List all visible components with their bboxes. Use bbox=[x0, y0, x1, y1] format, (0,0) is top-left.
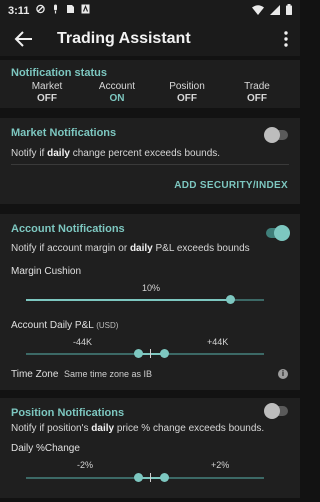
info-icon[interactable]: i bbox=[278, 369, 288, 379]
status-account-label: Account bbox=[98, 81, 136, 92]
margin-cushion-value: 10% bbox=[142, 283, 161, 293]
market-notifications-description: Notify if daily change percent exceeds b… bbox=[11, 148, 221, 159]
account-daily-pnl-label: Account Daily P&L (USD) bbox=[11, 320, 119, 331]
more-vert-icon[interactable] bbox=[282, 30, 290, 48]
status-trade-value: OFF bbox=[247, 93, 267, 104]
notification-status-title: Notification status bbox=[11, 67, 107, 79]
time-zone-row[interactable]: Time Zone Same time zone as IB bbox=[11, 369, 152, 380]
market-notifications-card: Market Notifications Notify if daily cha… bbox=[0, 118, 300, 204]
account-notifications-description: Notify if account margin or daily P&L ex… bbox=[11, 243, 250, 254]
margin-cushion-slider-rest bbox=[230, 299, 264, 301]
account-notifications-card: Account Notifications Notify if account … bbox=[0, 214, 300, 390]
status-position-value: OFF bbox=[177, 93, 197, 104]
mic-icon bbox=[51, 4, 60, 14]
status-trade: Trade OFF bbox=[222, 81, 292, 105]
change-upper-bound-value: +2% bbox=[211, 460, 230, 470]
market-notifications-title: Market Notifications bbox=[11, 127, 117, 139]
toggle-knob bbox=[274, 225, 290, 241]
back-arrow-icon[interactable] bbox=[14, 30, 34, 48]
wifi-icon bbox=[252, 4, 264, 18]
status-market-value: OFF bbox=[37, 93, 57, 104]
status-account-value: ON bbox=[109, 93, 125, 104]
status-position-label: Position bbox=[169, 81, 205, 92]
battery-icon bbox=[286, 4, 292, 18]
change-lower-bound-value: -2% bbox=[77, 460, 94, 470]
pnl-upper-bound-value: +44K bbox=[207, 337, 229, 347]
daily-change-label: Daily %Change bbox=[11, 443, 80, 454]
status-time: 3:11 bbox=[8, 5, 30, 17]
account-notifications-toggle[interactable] bbox=[266, 225, 290, 241]
pnl-lower-thumb[interactable] bbox=[134, 349, 143, 358]
status-bar: 3:11 bbox=[0, 0, 300, 22]
market-notifications-toggle[interactable] bbox=[264, 127, 288, 143]
position-notifications-card: Position Notifications Notify if positio… bbox=[0, 398, 300, 498]
position-notifications-title: Position Notifications bbox=[11, 407, 125, 419]
account-notifications-title: Account Notifications bbox=[11, 223, 125, 235]
margin-cushion-label: Margin Cushion bbox=[11, 266, 82, 277]
position-notifications-description: Notify if position's daily price % chang… bbox=[11, 423, 265, 434]
change-upper-thumb[interactable] bbox=[160, 473, 169, 482]
status-trade-label: Trade bbox=[244, 81, 270, 92]
signal-off-icon bbox=[36, 4, 45, 14]
pnl-lower-bound-value: -44K bbox=[73, 337, 93, 347]
status-position: Position OFF bbox=[152, 81, 222, 105]
change-lower-thumb[interactable] bbox=[134, 473, 143, 482]
toggle-knob bbox=[264, 127, 280, 143]
change-zero-tick bbox=[150, 473, 151, 482]
pnl-upper-thumb[interactable] bbox=[160, 349, 169, 358]
sim-card-icon bbox=[66, 4, 75, 14]
app-bar: Trading Assistant bbox=[0, 22, 300, 56]
add-security-index-button[interactable]: ADD SECURITY/INDEX bbox=[174, 180, 288, 191]
toggle-knob bbox=[264, 403, 280, 419]
page-title: Trading Assistant bbox=[57, 30, 191, 47]
divider bbox=[11, 164, 289, 165]
margin-cushion-slider-thumb[interactable] bbox=[226, 295, 235, 304]
cell-signal-icon bbox=[270, 4, 280, 18]
margin-cushion-slider-track[interactable] bbox=[26, 299, 230, 301]
status-market: Market OFF bbox=[12, 81, 82, 105]
time-zone-value: Same time zone as IB bbox=[63, 369, 153, 379]
notification-status-card: Notification status Market OFF Account O… bbox=[0, 60, 300, 108]
pnl-zero-tick bbox=[150, 349, 151, 358]
status-account: Account ON bbox=[82, 81, 152, 105]
time-zone-label: Time Zone bbox=[11, 369, 59, 380]
position-notifications-toggle[interactable] bbox=[264, 403, 288, 419]
status-market-label: Market bbox=[31, 81, 63, 92]
app-notification-icon bbox=[81, 4, 90, 14]
